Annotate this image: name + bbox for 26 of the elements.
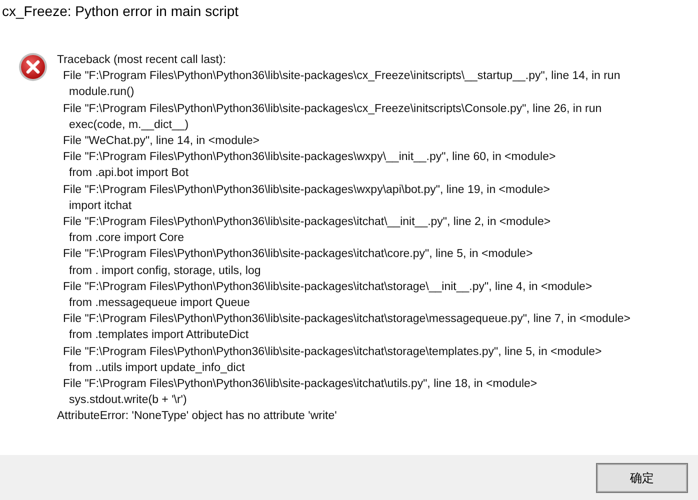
message-line: File "F:\Program Files\Python\Python36\lib\site-packages\itchat\storage\templates.py", line 5, in <module> <box>62 344 603 360</box>
message-line: AttributeError: 'NoneType' object has no attribute 'write' <box>57 409 338 424</box>
message-line: File "F:\Program Files\Python\Python36\lib\site-packages\itchat\storage\messagequeue.py", line 7, in <module> <box>62 312 630 328</box>
message-line: import itchat <box>68 198 133 214</box>
message-line: File "F:\Program Files\Python\Python36\lib\site-packages\itchat\storage\__init__.py", line 4, in <module> <box>62 280 594 295</box>
message-line: File "F:\Program Files\Python\Python36\lib\site-packages\itchat\core.py", line 5, in <module> <box>62 247 534 262</box>
message-line: File "F:\Program Files\Python\Python36\lib\site-packages\cx_Freeze\initscripts\Console.py", line 26, in run <box>62 102 603 117</box>
message-line: from .api.bot import Bot <box>68 166 190 182</box>
ok-button[interactable]: 确定 <box>597 464 687 492</box>
message-line: File "F:\Program Files\Python\Python36\lib\site-packages\itchat\__init__.py", line 2, in <module> <box>62 215 552 230</box>
message-line: exec(code, m.__dict__) <box>68 118 190 133</box>
message-line: File "F:\Program Files\Python\Python36\lib\site-packages\wxpy\api\bot.py", line 19, in <module> <box>62 182 551 198</box>
window-title: cx_Freeze: Python error in main script <box>1 2 240 21</box>
message-line: Traceback (most recent call last): <box>57 53 227 68</box>
message-line: File "WeChat.py", line 14, in <module> <box>62 134 261 150</box>
message-line: from .templates import AttributeDict <box>68 328 250 344</box>
message-line: from . import config, storage, utils, log <box>68 264 262 279</box>
message-line: File "F:\Program Files\Python\Python36\lib\site-packages\cx_Freeze\initscripts\__startup__.py", line 14, in run <box>62 69 622 84</box>
message-line: module.run() <box>68 85 136 100</box>
message-line: sys.stdout.write(b + '\r') <box>68 393 188 408</box>
message-line: from .core import Core <box>68 231 186 246</box>
message-line: File "F:\Program Files\Python\Python36\lib\site-packages\wxpy\__init__.py", line 60, in <module> <box>62 150 557 166</box>
message-line: from ..utils import update_info_dict <box>68 360 246 376</box>
message-line: File "F:\Program Files\Python\Python36\lib\site-packages\itchat\utils.py", line 18, in <module> <box>62 377 538 392</box>
error-icon <box>18 52 48 82</box>
message-line: from .messagequeue import Queue <box>68 296 251 312</box>
